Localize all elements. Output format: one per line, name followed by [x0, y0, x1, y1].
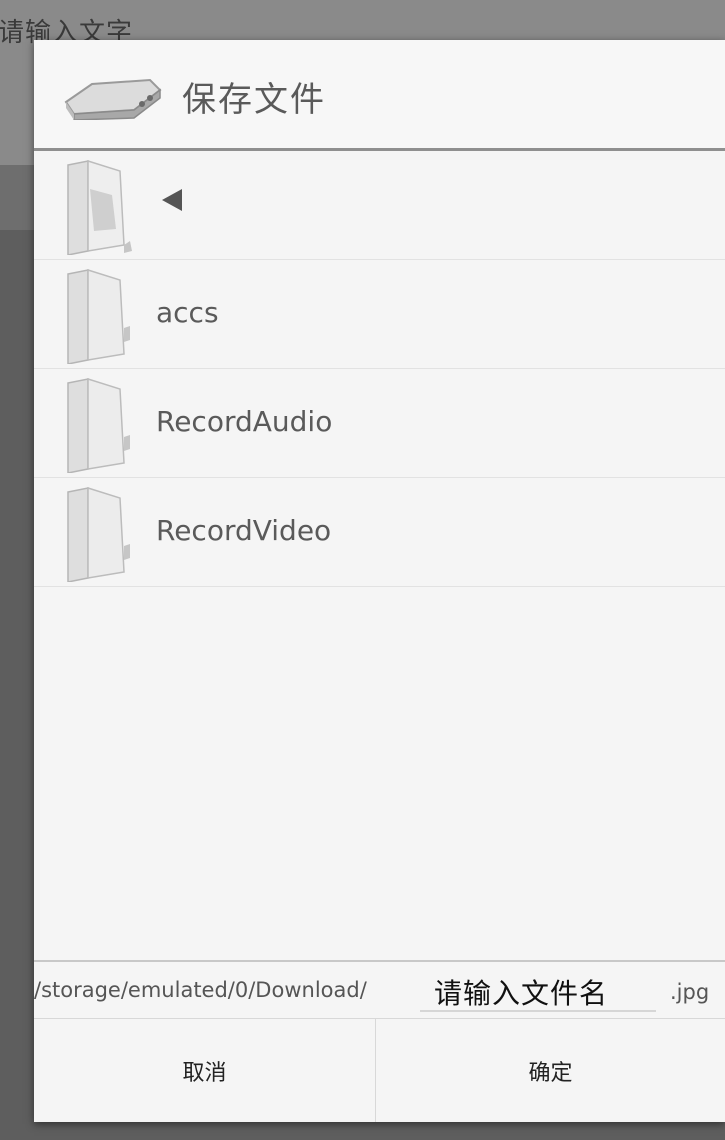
list-item-folder[interactable]: RecordVideo	[34, 478, 725, 587]
filename-placeholder: 请输入文件名	[434, 977, 609, 1010]
cancel-button[interactable]: 取消	[34, 1019, 375, 1122]
dialog-header: 保存文件	[34, 40, 725, 148]
list-item-folder[interactable]: RecordAudio	[34, 369, 725, 478]
list-item-parent[interactable]	[34, 151, 725, 260]
folder-name: RecordVideo	[156, 514, 332, 547]
folder-up-icon	[67, 159, 132, 255]
save-path-row: /storage/emulated/0/Download/ 请输入文件名 .jp…	[34, 962, 725, 1018]
folder-icon	[67, 377, 130, 473]
folder-list[interactable]: accs RecordAudio RecordVideo	[34, 151, 725, 587]
hard-drive-icon	[64, 78, 162, 120]
folder-name: accs	[156, 296, 219, 329]
filename-input[interactable]: 请输入文件名	[420, 966, 656, 1012]
file-extension: .jpg	[670, 980, 710, 1004]
folder-icon	[67, 486, 130, 582]
back-arrow-icon	[162, 189, 182, 211]
save-file-dialog: 保存文件 accs RecordAudio RecordVideo /stora…	[34, 40, 725, 1122]
confirm-button[interactable]: 确定	[376, 1019, 725, 1122]
directory-path: /storage/emulated/0/Download/	[34, 978, 367, 1002]
dialog-title: 保存文件	[182, 80, 326, 120]
folder-icon	[67, 268, 130, 364]
list-item-folder[interactable]: accs	[34, 260, 725, 369]
dialog-buttons: 取消 确定	[34, 1018, 725, 1122]
folder-name: RecordAudio	[156, 405, 333, 438]
